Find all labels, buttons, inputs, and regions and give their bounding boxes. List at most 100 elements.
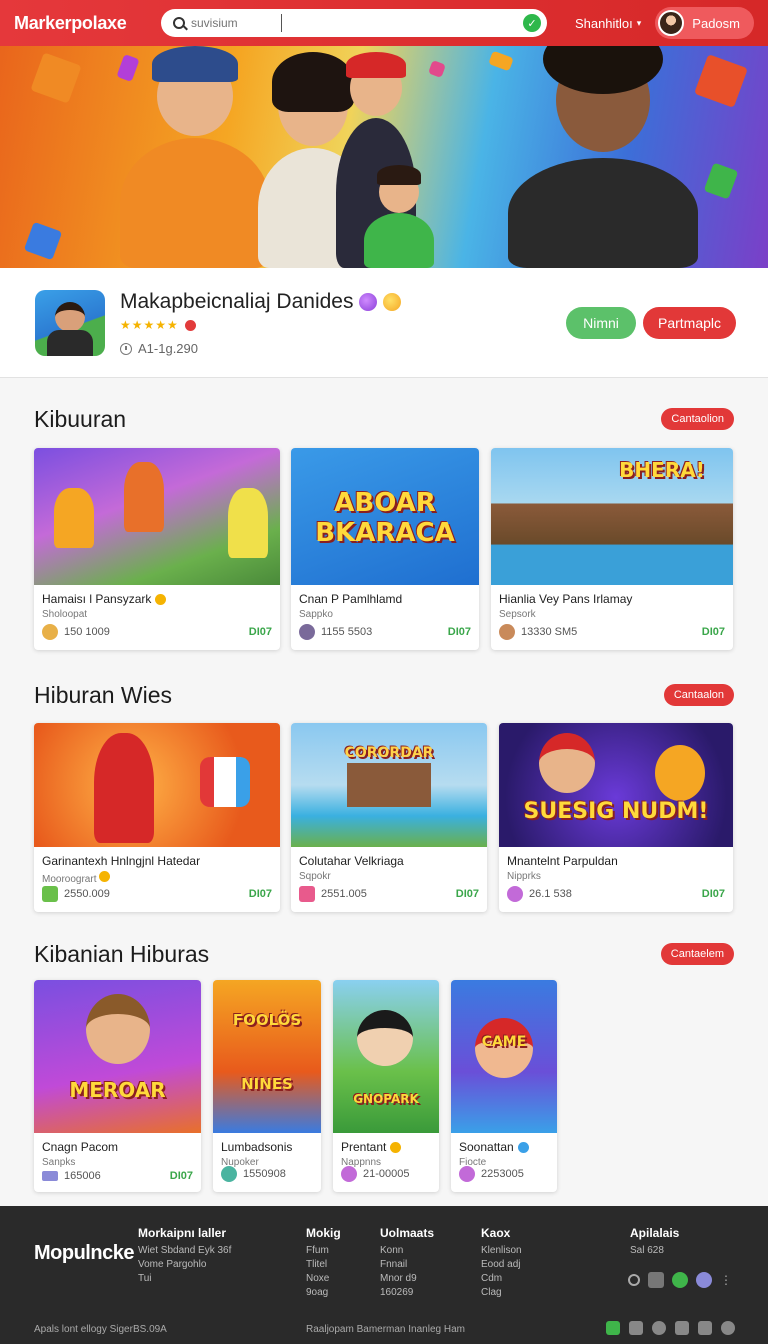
game-thumbnail: BHERA! (491, 448, 733, 585)
card-stats: 26.1 538 DI07 (507, 886, 725, 902)
game-card[interactable]: Garinantexh Hnlngjnl Hatedar Mooroogrart… (34, 723, 280, 912)
section-more-button[interactable]: Cantaalon (663, 684, 734, 706)
globe-icon[interactable] (652, 1321, 666, 1335)
game-subtitle-row: Mooroogrart (34, 871, 280, 885)
footer-link[interactable]: Fnnail (380, 1258, 434, 1272)
avatar (341, 1166, 357, 1182)
text-cursor (281, 14, 282, 32)
footer-link[interactable]: Vome Pargohlo (138, 1258, 231, 1272)
game-card[interactable]: Hamaisı l Pansyzark Sholoopat 150 1009 D… (34, 448, 280, 650)
game-thumbnail: GNOPARK (333, 980, 439, 1133)
footer-link[interactable]: Mnor d9 (380, 1272, 434, 1286)
app-icon[interactable] (35, 290, 105, 356)
search-icon[interactable] (628, 1274, 640, 1286)
header-menu-dropdown[interactable]: Shanhitloı ▾ (575, 16, 641, 31)
footer-link[interactable]: Tlitel (306, 1258, 341, 1272)
profile-icon[interactable] (721, 1321, 735, 1335)
game-card[interactable]: SUESIG NUDM! Mnantelnt Parpuldan Nipprks… (499, 723, 733, 912)
footer-column: Apilalais Sal 628 (630, 1226, 679, 1258)
footer-legal-links[interactable]: Raaljopam Bamerman Inanleg Ham (306, 1324, 465, 1335)
game-subtitle: Nipprks (507, 871, 541, 882)
game-thumbnail (34, 448, 280, 585)
game-subtitle: Sanpks (42, 1157, 76, 1168)
search-submit-icon[interactable]: ✓ (522, 14, 541, 32)
footer-column-heading: Uolmaats (380, 1226, 435, 1240)
footer-brand[interactable]: Mopulncke (34, 1242, 134, 1265)
footer-column: Mokig Ffum Tlitel Noxe 9oag (306, 1226, 341, 1300)
footer-link[interactable]: Klenlison (481, 1244, 522, 1258)
download-count: 2551.005 (321, 888, 367, 900)
footer-column-heading: Morkaipnı laller (138, 1226, 227, 1240)
status-badge: DI07 (701, 888, 725, 900)
card-stats: 2253005 (459, 1166, 549, 1182)
footer-link[interactable]: Noxe (306, 1272, 341, 1286)
avatar (42, 624, 58, 640)
primary-button[interactable]: Nimni (566, 307, 636, 339)
brand-logo[interactable]: Markerpolaxe (14, 13, 151, 34)
game-name: Cnan P Pamlhlamd (299, 592, 403, 606)
share-icon[interactable] (606, 1321, 620, 1335)
app-title: Makapbeicnaliaj Danides (120, 290, 354, 313)
game-name: Mnantelnt Parpuldan (507, 854, 618, 868)
app-mini-icon (299, 886, 315, 902)
game-name: Cnagn Pacom (42, 1140, 119, 1154)
footer-link[interactable]: Cdm (481, 1272, 522, 1286)
game-thumbnail: SUESIG NUDM! (499, 723, 733, 847)
game-subtitle: Mooroogrart (42, 874, 97, 885)
thumbnail-title: BHERA! (619, 458, 705, 482)
smiley-icon[interactable] (696, 1272, 712, 1288)
game-card[interactable]: BHERA! Hianlia Vey Pans Irlamay Sepsork … (491, 448, 733, 650)
card-stats: 165006 DI07 (42, 1170, 193, 1182)
app-profile: Makapbeicnaliaj Danides ★★★★★ A1-1g.290 … (0, 268, 768, 378)
secondary-button[interactable]: Partmaplc (643, 307, 736, 339)
chat-icon[interactable] (672, 1272, 688, 1288)
thumbnail-title: CAME GAPOCASS (481, 1034, 527, 1050)
status-badge: DI07 (701, 626, 725, 638)
game-name-row: Hamaisı l Pansyzark (34, 592, 280, 606)
header-menu-label: Shanhitloı (574, 15, 633, 31)
game-card[interactable]: CAME GAPOCASS Soonattan Fiocte 2253005 (451, 980, 557, 1192)
thumbnail-title: CORORDAR (344, 745, 434, 761)
card-stats: 150 1009 DI07 (42, 624, 272, 640)
status-badge: DI07 (248, 888, 272, 900)
car-icon[interactable] (648, 1272, 664, 1288)
user-account-button[interactable]: Padosm (655, 7, 754, 39)
game-name-row: Prentant (333, 1140, 439, 1154)
app-mini-icon (42, 886, 58, 902)
card-stats: 1550908 (221, 1166, 313, 1182)
footer-link[interactable]: Konn (380, 1244, 434, 1258)
send-icon[interactable] (629, 1321, 643, 1335)
game-card[interactable]: FOOLÖS NINES Lumbadsonis Nupoker 1550908 (213, 980, 321, 1192)
footer-column: Morkaipnı laller Wiet Sbdand Eyk 36f Vom… (138, 1226, 231, 1286)
footer-link[interactable]: Wiet Sbdand Eyk 36f (138, 1244, 231, 1258)
footer-link[interactable]: Ffum (306, 1244, 341, 1258)
game-thumbnail: ABOAR BKARACA (291, 448, 479, 585)
download-count: 26.1 538 (529, 888, 572, 900)
search-input[interactable] (191, 16, 281, 30)
section-more-button[interactable]: Cantaolion (661, 408, 734, 430)
emoji-icon (383, 293, 402, 311)
section-more-button[interactable]: Cantaelem (660, 943, 734, 965)
footer-link[interactable]: Eood adj (481, 1258, 522, 1272)
footer-link[interactable]: Sal 628 (630, 1244, 679, 1258)
thumbnail-title: GNOPARK (353, 1092, 419, 1106)
avatar (221, 1166, 237, 1182)
game-thumbnail: FOOLÖS NINES (213, 980, 321, 1133)
close-icon[interactable] (698, 1321, 712, 1335)
game-card[interactable]: CORORDAR Colutahar Velkriaga Sqpokr 2551… (291, 723, 487, 912)
footer-link[interactable]: 160269 (380, 1286, 434, 1300)
card-stats: 2550.009 DI07 (42, 886, 272, 902)
footer-link[interactable]: Clag (481, 1286, 522, 1300)
game-card[interactable]: ABOAR BKARACA Cnan P Pamlhlamd Sappko 11… (291, 448, 479, 650)
emoji-icon (155, 593, 167, 605)
more-icon[interactable]: ⋮ (720, 1273, 732, 1287)
play-icon[interactable] (675, 1321, 689, 1335)
user-name: Padosm (692, 15, 740, 31)
footer-link[interactable]: Tui (138, 1272, 231, 1286)
footer-column: Kaox Klenlison Eood adj Cdm Clag (481, 1226, 522, 1300)
search-bar[interactable]: ✓ (161, 9, 547, 37)
footer-link[interactable]: 9oag (306, 1286, 341, 1300)
game-card[interactable]: GNOPARK Prentant Nappnns 21-00005 (333, 980, 439, 1192)
game-card[interactable]: MEROAR Cnagn Pacom Sanpks 165006 DI07 (34, 980, 201, 1192)
emoji-icon (359, 293, 378, 311)
